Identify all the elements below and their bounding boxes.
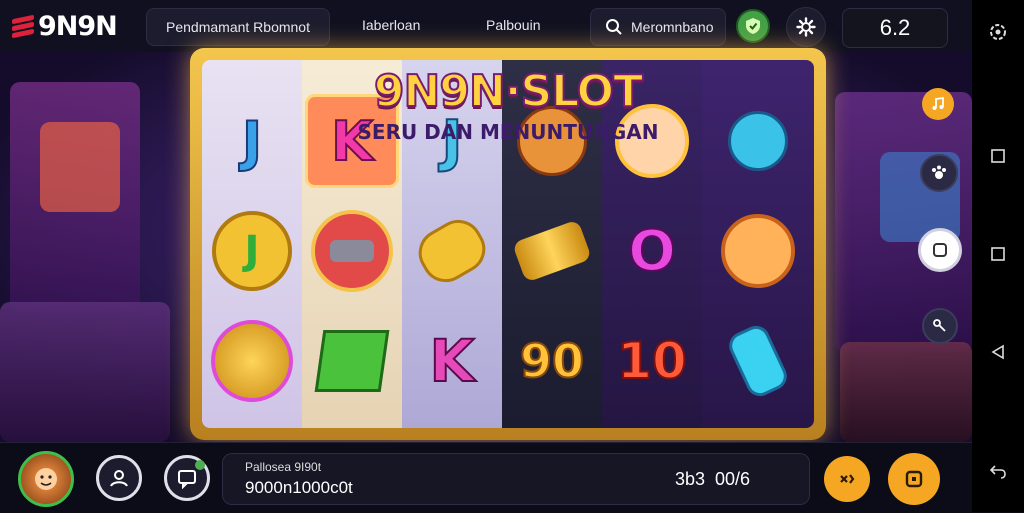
gear-icon xyxy=(796,17,816,37)
swap-button[interactable] xyxy=(824,456,870,502)
nav-item-1[interactable]: Iaberloan xyxy=(362,17,420,33)
reel-symbol xyxy=(302,306,402,416)
bottom-bar: Pallosea 9I90t 9000n1000c0t 3b3 00/6 xyxy=(0,442,972,513)
swap-icon xyxy=(840,474,855,484)
balance-value: 9000n1000c0t xyxy=(245,478,353,497)
chat-icon xyxy=(178,470,196,489)
logo-mark-icon xyxy=(12,14,34,39)
reel-symbol xyxy=(502,196,602,306)
settings-gear-icon xyxy=(990,24,1006,40)
reel-symbol xyxy=(302,196,402,306)
square-icon xyxy=(991,247,1005,261)
score-value: 6.2 xyxy=(879,15,911,40)
system-square-button-2[interactable] xyxy=(984,240,1012,268)
reel-symbol: J xyxy=(241,109,263,174)
music-note-icon xyxy=(932,96,944,110)
rate-label: 3b3 xyxy=(675,469,706,489)
game-title-banner: 9N9N·SLOT SERU DAN MENUNTUNGAN xyxy=(338,58,678,154)
search-icon xyxy=(606,19,622,35)
profile-button[interactable] xyxy=(96,455,142,501)
balance-panel: Pallosea 9I90t 9000n1000c0t 3b3 00/6 xyxy=(222,453,810,505)
reel-symbol xyxy=(702,306,814,416)
rate-value: 00/6 xyxy=(715,469,751,489)
reel-symbol xyxy=(402,196,502,306)
top-bar: 9N9N Pendmamant Rbomnot Iaberloan Palbou… xyxy=(0,0,972,53)
arcade-screen-left xyxy=(40,122,120,212)
system-back-button[interactable] xyxy=(984,338,1012,366)
shield-button[interactable] xyxy=(736,9,770,43)
spin-button[interactable] xyxy=(888,453,940,505)
game-title: 9N9N·SLOT xyxy=(373,65,644,118)
shield-icon xyxy=(746,18,760,34)
system-square-button-1[interactable] xyxy=(984,142,1012,170)
record-button[interactable] xyxy=(918,228,962,272)
reel-symbol: J xyxy=(202,196,302,306)
nav-item-2[interactable]: Palbouin xyxy=(486,17,541,33)
square-icon xyxy=(991,149,1005,163)
promo-pill[interactable]: Pendmamant Rbomnot xyxy=(146,8,330,46)
reel-symbol: O xyxy=(627,218,677,285)
logo[interactable]: 9N9N xyxy=(12,6,126,46)
back-triangle-icon xyxy=(991,344,1004,360)
reel-symbol xyxy=(702,196,814,306)
link-button[interactable] xyxy=(922,308,958,344)
pet-button[interactable] xyxy=(920,154,958,192)
reel-symbol xyxy=(702,86,814,196)
system-nav-bar xyxy=(972,0,1024,512)
settings-button[interactable] xyxy=(786,7,826,47)
reel-6 xyxy=(702,60,814,428)
arcade-desk-right xyxy=(840,342,972,442)
reel-symbol: 10 xyxy=(616,331,688,391)
search-label: Meromnbano xyxy=(631,19,714,35)
reel-symbol: 90 xyxy=(519,333,585,389)
link-icon xyxy=(933,319,946,332)
score-display: 6.2 xyxy=(842,8,948,48)
reel-symbol xyxy=(202,306,302,416)
logo-text: 9N9N xyxy=(38,10,118,42)
reel-symbol: K xyxy=(429,326,476,396)
balance-label: Pallosea 9I90t xyxy=(245,460,322,474)
paw-icon xyxy=(932,165,946,179)
avatar[interactable] xyxy=(18,451,74,507)
avatar-face-icon xyxy=(35,468,57,490)
reel-1: J J xyxy=(202,60,302,428)
return-arrow-icon xyxy=(989,465,1006,479)
music-button[interactable] xyxy=(922,88,954,120)
notification-dot xyxy=(195,460,205,470)
search-pill[interactable]: Meromnbano xyxy=(590,8,726,46)
promo-pill-label: Pendmamant Rbomnot xyxy=(166,19,310,35)
system-settings-button[interactable] xyxy=(984,18,1012,46)
arcade-desk-left xyxy=(0,302,170,442)
system-return-button[interactable] xyxy=(984,458,1012,486)
stop-icon xyxy=(905,470,923,488)
square-icon xyxy=(933,243,947,257)
messages-button[interactable] xyxy=(164,455,210,501)
game-subtitle: SERU DAN MENUNTUNGAN xyxy=(357,120,659,144)
user-icon xyxy=(110,470,128,487)
